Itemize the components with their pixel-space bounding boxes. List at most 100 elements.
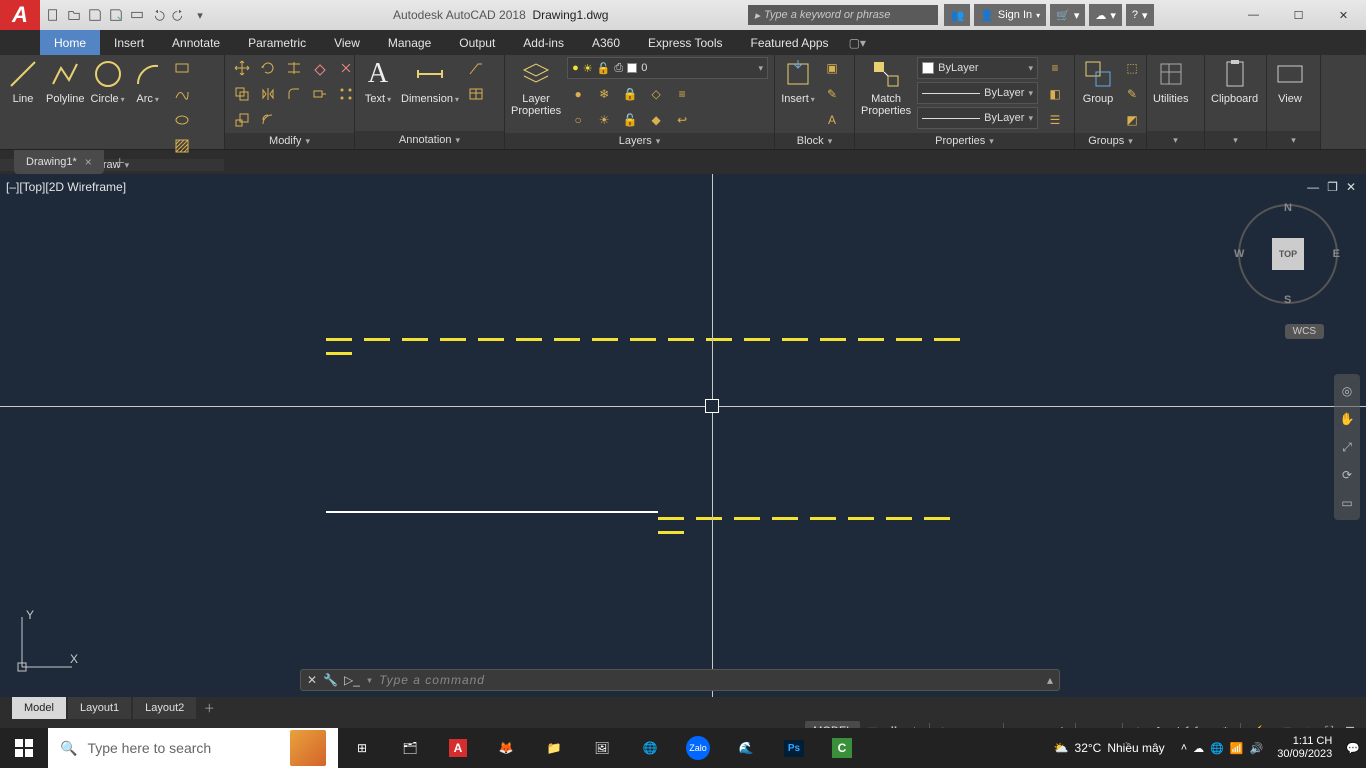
ucs-icon[interactable]: Y X — [12, 607, 82, 677]
erase-icon[interactable] — [309, 57, 331, 79]
layout-tab-1[interactable]: Layout1 — [68, 697, 131, 719]
tray-notifications-icon[interactable]: 💬 — [1346, 742, 1360, 755]
layer-off-icon[interactable]: ● — [567, 83, 589, 105]
close-tab-icon[interactable]: × — [85, 155, 92, 169]
mirror-icon[interactable] — [257, 83, 279, 105]
tab-a360[interactable]: A360 — [578, 30, 634, 55]
qat-plot-icon[interactable] — [128, 6, 146, 24]
app-icon[interactable]: A — [0, 0, 40, 30]
infocenter-button[interactable]: 👥 — [944, 4, 970, 26]
tab-output[interactable]: Output — [445, 30, 509, 55]
help-button[interactable]: ?▾ — [1126, 4, 1154, 26]
command-line[interactable]: ✕ 🔧 ▷_▾ Type a command ▴ — [300, 669, 1060, 691]
viewport-label[interactable]: [–][Top][2D Wireframe] — [6, 180, 126, 194]
panel-properties-title[interactable]: Properties▾ — [855, 133, 1074, 149]
drawing-tab[interactable]: Drawing1*× — [14, 150, 104, 174]
tab-annotate[interactable]: Annotate — [158, 30, 234, 55]
close-button[interactable]: ✕ — [1321, 0, 1366, 30]
linetype-combo[interactable]: ByLayer▾ — [917, 107, 1038, 129]
polyline-button[interactable]: Polyline — [46, 57, 85, 105]
edit-block-icon[interactable]: ✎ — [821, 83, 843, 105]
explode-icon[interactable] — [335, 57, 357, 79]
tab-insert[interactable]: Insert — [100, 30, 158, 55]
taskbar-app-explorer-icon[interactable]: 🗂 — [386, 728, 434, 768]
insert-button[interactable]: Insert▾ — [781, 57, 815, 105]
layer-unlock-icon[interactable]: 🔓 — [619, 109, 641, 131]
array-icon[interactable] — [335, 83, 357, 105]
layer-thaw-icon[interactable]: ☀ — [593, 109, 615, 131]
panel-modify-title[interactable]: Modify▾ — [225, 133, 354, 149]
qat-redo-icon[interactable] — [170, 6, 188, 24]
viewcube-north[interactable]: N — [1284, 202, 1292, 214]
taskbar-search[interactable]: 🔍 Type here to search — [48, 728, 338, 768]
task-view-icon[interactable]: ⊞ — [338, 728, 386, 768]
layout-tab-model[interactable]: Model — [12, 697, 66, 719]
tab-addins[interactable]: Add-ins — [509, 30, 578, 55]
taskbar-app-photoshop-icon[interactable]: Ps — [770, 728, 818, 768]
taskbar-clock[interactable]: 1:11 CH 30/09/2023 — [1269, 735, 1340, 761]
layer-uniso-icon[interactable]: ◆ — [645, 109, 667, 131]
group-button[interactable]: Group — [1081, 57, 1115, 105]
vp-close-icon[interactable]: ✕ — [1346, 180, 1356, 194]
taskbar-app-camtasia-icon[interactable]: C — [818, 728, 866, 768]
qat-open-icon[interactable] — [65, 6, 83, 24]
viewcube-east[interactable]: E — [1333, 248, 1340, 260]
qat-saveas-icon[interactable] — [107, 6, 125, 24]
layer-freeze-icon[interactable]: ❄ — [593, 83, 615, 105]
tab-view[interactable]: View — [320, 30, 374, 55]
cmd-history-icon[interactable]: ▴ — [1047, 673, 1053, 687]
tray-language-icon[interactable]: 🌐 — [1210, 742, 1224, 755]
tab-express[interactable]: Express Tools — [634, 30, 736, 55]
arc-button[interactable]: Arc▾ — [131, 57, 165, 105]
tray-onedrive-icon[interactable]: ☁ — [1193, 742, 1204, 755]
list-icon[interactable]: ☰ — [1044, 109, 1066, 131]
taskbar-app-folder-icon[interactable]: 📁 — [530, 728, 578, 768]
rotate-icon[interactable] — [257, 57, 279, 79]
sign-in-button[interactable]: 👤Sign In▾ — [974, 4, 1046, 26]
a360-button[interactable]: ☁▾ — [1089, 4, 1122, 26]
panel-clipboard-title[interactable]: ▾ — [1205, 131, 1266, 149]
taskbar-app-zalo-icon[interactable]: Zalo — [674, 728, 722, 768]
layer-on-icon[interactable]: ○ — [567, 109, 589, 131]
scale-icon[interactable] — [231, 109, 253, 131]
clipboard-button[interactable]: Clipboard — [1211, 57, 1258, 105]
wcs-badge[interactable]: WCS — [1285, 324, 1324, 339]
tray-volume-icon[interactable]: 🔊 — [1250, 742, 1264, 755]
vp-minimize-icon[interactable]: — — [1307, 180, 1319, 194]
tab-parametric[interactable]: Parametric — [234, 30, 320, 55]
circle-button[interactable]: Circle▾ — [91, 57, 125, 105]
panel-utilities-title[interactable]: ▾ — [1147, 131, 1204, 149]
nav-wheel-icon[interactable]: ◎ — [1338, 382, 1356, 400]
ellipse-icon[interactable] — [171, 109, 193, 131]
trim-icon[interactable] — [283, 57, 305, 79]
utilities-button[interactable]: Utilities — [1153, 57, 1188, 105]
exchange-button[interactable]: 🛒▾ — [1050, 4, 1085, 26]
viewcube-face[interactable]: TOP — [1272, 238, 1304, 270]
layer-lock-icon[interactable]: 🔒 — [619, 83, 641, 105]
ungroup-icon[interactable]: ⬚ — [1121, 57, 1143, 79]
panel-annotation-title[interactable]: Annotation▾ — [355, 131, 504, 149]
tab-home[interactable]: Home — [40, 30, 100, 55]
minimize-button[interactable]: — — [1231, 0, 1276, 30]
nav-orbit-icon[interactable]: ⟳ — [1338, 466, 1356, 484]
viewcube-south[interactable]: S — [1284, 294, 1291, 306]
panel-groups-title[interactable]: Groups▾ — [1075, 133, 1146, 149]
group-edit-icon[interactable]: ✎ — [1121, 83, 1143, 105]
hatch-icon[interactable] — [171, 135, 193, 157]
panel-block-title[interactable]: Block▾ — [775, 133, 854, 149]
cmd-close-icon[interactable]: ✕ — [307, 673, 317, 687]
rectangle-icon[interactable] — [171, 57, 193, 79]
color-combo[interactable]: ByLayer▾ — [917, 57, 1038, 79]
properties-palette-icon[interactable]: ≡ — [1044, 57, 1066, 79]
group-select-icon[interactable]: ◩ — [1121, 109, 1143, 131]
layer-combo[interactable]: ● ☀ 🔓 ⎙ 0▾ — [567, 57, 768, 79]
qat-dropdown-icon[interactable]: ▾ — [191, 6, 209, 24]
move-icon[interactable] — [231, 57, 253, 79]
edit-attr-icon[interactable]: A — [821, 109, 843, 131]
weather-widget[interactable]: ⛅ 32°C Nhiều mây — [1044, 741, 1175, 755]
qat-undo-icon[interactable] — [149, 6, 167, 24]
tab-manage[interactable]: Manage — [374, 30, 445, 55]
stretch-icon[interactable] — [309, 83, 331, 105]
dimension-button[interactable]: Dimension▾ — [401, 57, 459, 105]
copy-icon[interactable] — [231, 83, 253, 105]
